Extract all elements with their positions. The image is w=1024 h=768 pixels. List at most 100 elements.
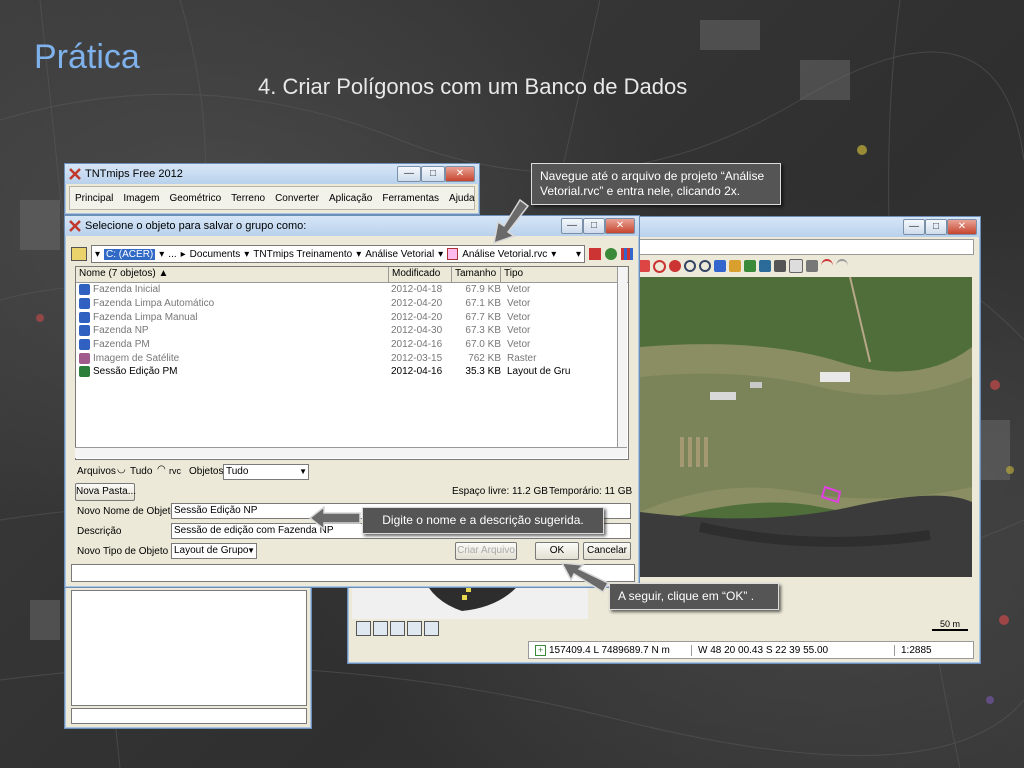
table-row[interactable]: Sessão Edição PM 2012-04-16 35.3 KB Layout … — [76, 365, 628, 379]
grid-view-icon[interactable] — [621, 248, 633, 260]
table-row[interactable]: Fazenda PM 2012-04-16 67.0 KB Vetor — [76, 338, 628, 352]
file-name: Fazenda Limpa Automático — [93, 298, 215, 310]
raster-icon — [79, 352, 90, 364]
column-modificado[interactable]: Modificado — [389, 267, 452, 282]
undo-icon[interactable] — [821, 259, 833, 273]
file-type: Vetor — [507, 284, 531, 296]
tntmips-minimize-button[interactable]: — — [397, 166, 421, 182]
file-type: Layout de Grupo — [507, 366, 570, 378]
globe-icon[interactable] — [605, 248, 617, 260]
zoom-in-icon[interactable] — [684, 260, 696, 272]
table-row[interactable]: Fazenda NP 2012-04-30 67.3 KB Vetor — [76, 324, 628, 338]
left-panel-content[interactable] — [71, 590, 307, 706]
zoom-icon[interactable] — [390, 621, 405, 636]
pencil-icon[interactable] — [729, 260, 741, 272]
folder-up-icon[interactable] — [71, 247, 87, 261]
target-icon[interactable] — [373, 621, 388, 636]
dialog-maximize-button[interactable]: □ — [583, 218, 605, 234]
objetos-select[interactable]: Tudo — [223, 464, 309, 480]
tntmips-close-button[interactable]: ✕ — [445, 166, 475, 182]
file-size: 67.3 KB — [465, 325, 501, 337]
satellite-map-view[interactable] — [640, 277, 972, 577]
cut-icon[interactable] — [774, 260, 786, 272]
viewer-location-bar[interactable] — [638, 239, 974, 255]
chevron-down-icon[interactable]: ▾ — [95, 249, 100, 260]
list-icon[interactable] — [356, 621, 371, 636]
zoom-out-icon[interactable] — [699, 260, 711, 272]
menu-aplicacao[interactable]: Aplicação — [324, 193, 377, 204]
chevron-down-icon[interactable]: ▾ — [551, 249, 556, 260]
chevron-down-icon[interactable]: ▾ — [438, 249, 443, 260]
breadcrumb-analise-folder[interactable]: Análise Vetorial — [365, 249, 434, 260]
breadcrumb-analise-rvc[interactable]: Análise Vetorial.rvc — [462, 249, 547, 260]
file-rows: Fazenda Inicial 2012-04-18 67.9 KB Vetor Faz… — [76, 283, 628, 379]
dialog-close-button[interactable]: ✕ — [605, 218, 635, 234]
no-entry-icon[interactable] — [653, 259, 666, 273]
chevron-down-icon[interactable]: ▾ — [159, 249, 164, 260]
chevron-down-icon[interactable]: ▾ — [356, 249, 361, 260]
menu-ferramentas[interactable]: Ferramentas — [377, 193, 444, 204]
ok-button[interactable]: OK — [535, 542, 579, 560]
edit-icon[interactable] — [744, 260, 756, 272]
file-name: Sessão Edição PM — [93, 366, 178, 378]
viewer-maximize-button[interactable]: □ — [925, 219, 947, 235]
table-row[interactable]: Imagem de Satélite 2012-03-15 762 KB Raster — [76, 351, 628, 365]
table-row[interactable]: Fazenda Limpa Manual 2012-04-20 67.7 KB Vet… — [76, 310, 628, 324]
menu-principal[interactable]: Principal — [70, 193, 118, 204]
menu-terreno[interactable]: Terreno — [226, 193, 270, 204]
tntmips-main-window: TNTmips Free 2012 — □ ✕ Principal Imagem… — [64, 163, 480, 215]
menu-imagem[interactable]: Imagem — [118, 193, 164, 204]
file-list-vscroll[interactable] — [617, 267, 627, 448]
sort-up-icon: ▲ — [158, 268, 169, 279]
column-tipo[interactable]: Tipo — [501, 267, 626, 282]
dialog-titlebar[interactable]: Selecione o objeto para salvar o grupo c… — [65, 216, 639, 236]
table-row[interactable]: Fazenda Limpa Automático 2012-04-20 67.1 K… — [76, 297, 628, 311]
breadcrumb-treinamento[interactable]: TNTmips Treinamento — [253, 249, 352, 260]
paste-icon[interactable] — [806, 260, 818, 272]
layout-icon — [79, 366, 90, 378]
file-name: Fazenda PM — [93, 339, 150, 351]
dialog-minimize-button[interactable]: — — [561, 218, 583, 234]
breadcrumb-drive[interactable]: C: (ACER) — [104, 248, 156, 260]
viewer-minimize-button[interactable]: — — [903, 219, 925, 235]
redo-icon[interactable] — [836, 259, 848, 273]
radio-rvc-label[interactable]: rvc — [169, 466, 181, 476]
breadcrumb-ellipsis[interactable]: ... — [168, 249, 176, 260]
table-row[interactable]: Fazenda Inicial 2012-04-18 67.9 KB Vetor — [76, 283, 628, 297]
criar-arquivo-button[interactable]: Criar Arquivo — [455, 542, 517, 560]
column-nome[interactable]: Nome (7 objetos) ▲ — [76, 267, 389, 282]
file-list: Nome (7 objetos) ▲ Modificado Tamanho Ti… — [75, 266, 629, 460]
cancelar-button[interactable]: Cancelar — [583, 542, 631, 560]
column-tamanho[interactable]: Tamanho — [452, 267, 501, 282]
status-coords-text: 157409.4 L 7489689.7 N m — [549, 644, 670, 656]
file-list-hscroll[interactable] — [75, 447, 627, 458]
menu-converter[interactable]: Converter — [270, 193, 324, 204]
radio-rvc-icon[interactable]: ◠ — [157, 464, 166, 475]
copy-icon[interactable] — [789, 259, 803, 273]
stop-icon[interactable] — [669, 260, 681, 272]
tipo-objeto-select[interactable]: Layout de Grupo — [171, 543, 257, 559]
file-size: 67.1 KB — [465, 298, 501, 310]
file-type: Raster — [507, 352, 537, 364]
menu-geometrico[interactable]: Geométrico — [164, 193, 226, 204]
file-type: Vetor — [507, 325, 531, 337]
radio-tudo-label[interactable]: Tudo — [130, 466, 152, 477]
viewer-status-bar: + 157409.4 L 7489689.7 N m W 48 20 00.43… — [528, 641, 974, 659]
tools-icon[interactable] — [589, 248, 601, 260]
nova-pasta-button[interactable]: Nova Pasta... — [75, 483, 136, 501]
path-breadcrumb[interactable]: ▾ C: (ACER) ▾ ... ▸ Documents ▾ TNTmips … — [91, 245, 585, 263]
radio-tudo-icon[interactable]: ◡ — [117, 464, 126, 475]
magnifier-icon[interactable] — [407, 621, 422, 636]
dialog-title: Selecione o objeto para salvar o grupo c… — [85, 220, 307, 232]
descricao-label: Descrição — [77, 526, 122, 537]
map-icon[interactable] — [424, 621, 439, 636]
file-modified: 2012-04-20 — [391, 298, 443, 310]
viewer-close-button[interactable]: ✕ — [947, 219, 977, 235]
path-dropdown-icon[interactable]: ▾ — [576, 249, 581, 260]
menu-ajuda[interactable]: Ajuda — [444, 193, 480, 204]
layer-icon[interactable] — [759, 260, 771, 272]
chevron-down-icon[interactable]: ▾ — [244, 249, 249, 260]
tntmips-maximize-button[interactable]: □ — [421, 166, 445, 182]
breadcrumb-documents[interactable]: Documents — [190, 249, 241, 260]
select-arrow-icon[interactable] — [714, 260, 726, 272]
